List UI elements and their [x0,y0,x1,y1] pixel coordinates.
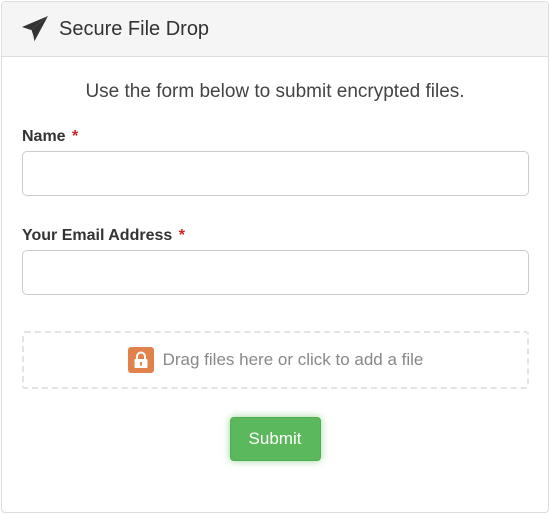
intro-text: Use the form below to submit encrypted f… [85,81,465,102]
paper-plane-icon [21,15,49,43]
required-marker: * [72,128,79,145]
email-input[interactable] [22,250,529,295]
page-title: Secure File Drop [59,17,210,40]
name-input[interactable] [22,151,529,196]
name-label-text: Name [22,128,66,145]
dropzone-text: Drag files here or click to add a file [162,350,424,369]
email-label-text: Your Email Address [22,227,173,244]
file-dropzone[interactable]: Drag files here or click to add a file [22,331,529,389]
required-marker: * [178,227,185,244]
submit-wrap: Submit [22,417,528,461]
lock-icon [127,347,154,373]
form-body: Use the form below to submit encrypted f… [2,80,548,461]
name-label: Name * [22,127,528,147]
email-label: Your Email Address * [22,226,528,246]
file-drop-panel: Secure File Drop Use the form below to s… [1,1,549,513]
panel-header: Secure File Drop [2,2,548,57]
submit-button[interactable]: Submit [229,417,321,461]
